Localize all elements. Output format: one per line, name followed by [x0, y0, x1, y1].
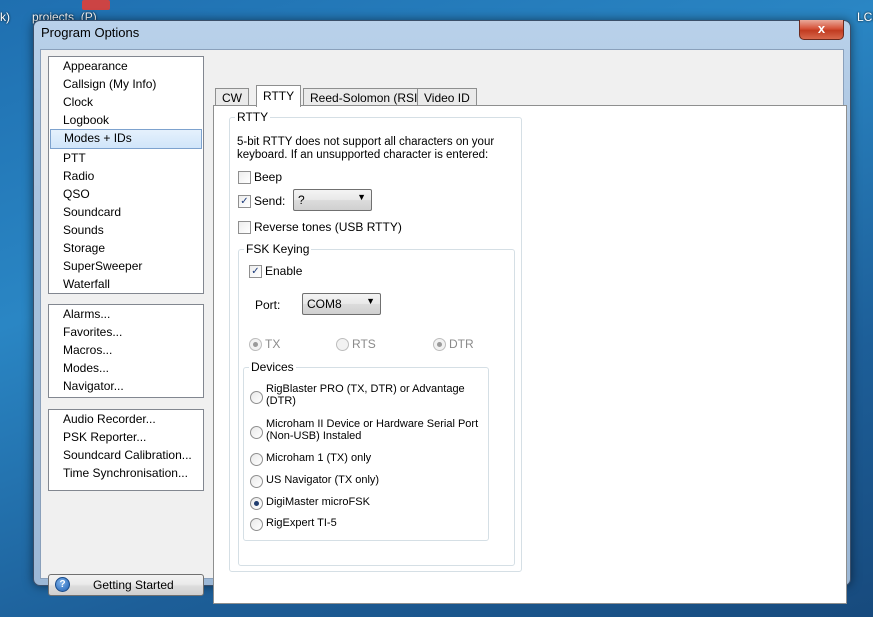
device-microham1-radio[interactable] — [250, 453, 263, 466]
checkmark-icon: ✓ — [251, 266, 260, 277]
device-us-navigator-radio[interactable] — [250, 475, 263, 488]
rtty-info-line-1: 5-bit RTTY does not support all characte… — [237, 136, 495, 148]
devices-group: Devices RigBlaster PRO (TX, DTR) or Adva… — [243, 360, 489, 541]
sidebar-item-appearance[interactable]: Appearance — [49, 57, 203, 75]
port-dropdown[interactable]: COM8 ▼ — [302, 293, 381, 315]
pin-rts-label: RTS — [352, 337, 376, 351]
send-checkbox[interactable]: ✓ — [238, 195, 251, 208]
fsk-enable-label: Enable — [265, 264, 303, 278]
rtty-tab-page: RTTY 5-bit RTTY does not support all cha… — [213, 105, 847, 604]
sidebar-item-callsign-my-info[interactable]: Callsign (My Info) — [49, 75, 203, 93]
rtty-info-text: 5-bit RTTY does not support all characte… — [237, 136, 494, 162]
sidebar-item-modes-ids[interactable]: Modes + IDs — [50, 129, 202, 149]
sidebar-item-ptt[interactable]: PTT — [49, 149, 203, 167]
sidebar-item-favorites[interactable]: Favorites... — [49, 323, 203, 341]
checkmark-icon: ✓ — [240, 196, 249, 207]
help-icon: ? — [55, 577, 70, 592]
window-client-area: Appearance Callsign (My Info) Clock Logbook… — [40, 49, 847, 604]
reverse-tones-checkbox[interactable] — [238, 221, 251, 234]
device-microham1-label: Microham 1 (TX) only — [266, 452, 372, 464]
send-char-value: ? — [298, 193, 305, 207]
device-us-navigator-label: US Navigator (TX only) — [266, 474, 380, 486]
sidebar-item-modes[interactable]: Modes... — [49, 359, 203, 377]
device-rigblaster-radio[interactable] — [250, 391, 263, 404]
beep-label: Beep — [254, 170, 283, 184]
sidebar-item-supersweeper[interactable]: SuperSweeper — [49, 257, 203, 275]
port-value: COM8 — [307, 297, 342, 311]
radio-selected-dot — [253, 342, 258, 347]
sidebar-item-sounds[interactable]: Sounds — [49, 221, 203, 239]
pin-dtr-radio[interactable] — [433, 338, 446, 351]
device-digimaster-radio[interactable] — [250, 497, 263, 510]
device-label-line: Microham II Device or Hardware Serial Po… — [266, 418, 479, 430]
sidebar-item-logbook[interactable]: Logbook — [49, 111, 203, 129]
device-microham2-radio[interactable] — [250, 426, 263, 439]
getting-started-label: Getting Started — [93, 578, 174, 592]
sidebar-item-audio-recorder[interactable]: Audio Recorder... — [49, 410, 203, 428]
device-rigexpert-label: RigExpert TI-5 — [266, 517, 337, 529]
desktop-text-fragment-right: LCI — [857, 10, 873, 24]
sidebar-item-macros[interactable]: Macros... — [49, 341, 203, 359]
sidebar-item-time-synchronisation[interactable]: Time Synchronisation... — [49, 464, 203, 482]
fsk-keying-title: FSK Keying — [244, 242, 312, 256]
pin-tx-label: TX — [265, 337, 281, 351]
radio-selected-dot — [437, 342, 442, 347]
radio-selected-dot — [254, 501, 259, 506]
device-label-line: RigBlaster PRO (TX, DTR) or Advantage — [266, 383, 465, 395]
fsk-enable-checkbox[interactable]: ✓ — [249, 265, 262, 278]
sidebar-item-radio[interactable]: Radio — [49, 167, 203, 185]
desktop-icon[interactable] — [82, 0, 110, 10]
send-char-dropdown[interactable]: ? ▼ — [293, 189, 372, 211]
sidebar-item-psk-reporter[interactable]: PSK Reporter... — [49, 428, 203, 446]
send-label: Send: — [254, 194, 286, 208]
sidebar-item-waterfall[interactable]: Waterfall — [49, 275, 203, 293]
desktop-text-fragment: k) — [0, 10, 10, 24]
sidebar-item-qso[interactable]: QSO — [49, 185, 203, 203]
sidebar-item-navigator[interactable]: Navigator... — [49, 377, 203, 395]
pin-tx-radio[interactable] — [249, 338, 262, 351]
sidebar-item-clock[interactable]: Clock — [49, 93, 203, 111]
close-icon: x — [817, 21, 826, 36]
device-rigblaster-label: RigBlaster PRO (TX, DTR) or Advantage (D… — [266, 383, 465, 407]
pin-rts-radio[interactable] — [336, 338, 349, 351]
chevron-down-icon: ▼ — [366, 296, 375, 306]
sidebar-item-soundcard-calibration[interactable]: Soundcard Calibration... — [49, 446, 203, 464]
options-category-list: Appearance Callsign (My Info) Clock Logbook… — [48, 56, 204, 294]
rtty-group: RTTY 5-bit RTTY does not support all cha… — [229, 110, 522, 572]
chevron-down-icon: ▼ — [357, 192, 366, 202]
device-microham2-label: Microham II Device or Hardware Serial Po… — [266, 418, 478, 442]
tools-list: Alarms... Favorites... Macros... Modes... Na… — [48, 304, 204, 398]
utilities-list: Audio Recorder... PSK Reporter... Soundcar… — [48, 409, 204, 491]
close-button[interactable]: x — [799, 20, 844, 40]
sidebar-item-alarms[interactable]: Alarms... — [49, 305, 203, 323]
device-digimaster-label: DigiMaster microFSK — [266, 496, 370, 508]
sidebar-item-soundcard[interactable]: Soundcard — [49, 203, 203, 221]
device-label-line: (DTR) — [266, 395, 296, 407]
device-rigexpert-radio[interactable] — [250, 518, 263, 531]
beep-checkbox[interactable] — [238, 171, 251, 184]
program-options-window: Program Options x Appearance Callsign (My… — [33, 20, 851, 604]
reverse-tones-label: Reverse tones (USB RTTY) — [254, 220, 402, 234]
window-title: Program Options — [41, 25, 140, 40]
port-label: Port: — [255, 298, 281, 312]
rtty-info-line-2: keyboard. If an unsupported character is… — [237, 149, 489, 161]
fsk-keying-group: FSK Keying ✓ Enable Port: COM8 ▼ TX RTS … — [238, 242, 515, 566]
sidebar-item-storage[interactable]: Storage — [49, 239, 203, 257]
pin-dtr-label: DTR — [449, 337, 474, 351]
rtty-group-title: RTTY — [235, 110, 271, 124]
devices-title: Devices — [249, 360, 296, 374]
tab-rtty[interactable]: RTTY — [256, 85, 302, 107]
getting-started-button[interactable]: ? Getting Started — [48, 574, 204, 596]
device-label-line: (Non-USB) Instaled — [266, 430, 362, 442]
